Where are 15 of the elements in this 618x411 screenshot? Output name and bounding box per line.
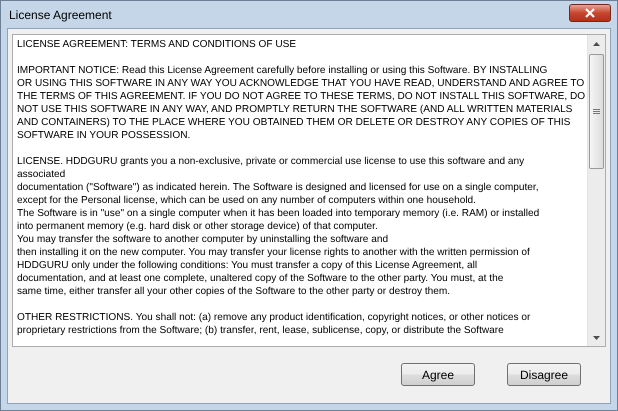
scroll-thumb[interactable]: [589, 54, 604, 169]
scrollbar[interactable]: [587, 35, 605, 346]
scroll-down-icon[interactable]: [593, 336, 600, 340]
window-title: License Agreement: [8, 8, 112, 22]
dialog-button[interactable]: Disagree: [507, 363, 581, 386]
license-paragraph: LICENSE. HDDGURU grants you a non-exclusive, private or commercial use license to use this software and any associated documentation ("Software") as indicated herein. The Software is designed and licensed for use on a single computer, except for the Personal license, which can be used on any number of computers within one household. The Software is in "use" on a single computer when it has been loaded into temporary memory (i.e. RAM) or installed into permanent memory (e.g. hard disk or other storage device) of that computer. You may transfer the software to another computer by uninstalling the software and then installing it on the new computer. You may transfer your license rights to another with the written permission of HDDGURU only under the following conditions: You must transfer a copy of this License Agreement, all documentation, and at least one complete, unaltered copy of the Software to the other party. You must, at the same time, either transfer all your other copies of the Software to the other party or destroy them.: [17, 155, 540, 298]
grip-icon: [593, 108, 600, 114]
license-text-box[interactable]: [12, 34, 606, 347]
scroll-up-icon[interactable]: [593, 42, 600, 46]
license-paragraph: LICENSE AGREEMENT: TERMS AND CONDITIONS OF USE: [17, 38, 298, 51]
close-button[interactable]: [569, 4, 611, 22]
close-icon: [584, 8, 596, 18]
dialog-button[interactable]: Agree: [401, 363, 475, 386]
license-paragraph: IMPORTANT NOTICE: Read this License Agreement carefully before installing or using this Software. BY INSTALLING OR USING THIS SOFTWARE IN ANY WAY YOU ACKNOWLEDGE THAT YOU HAVE READ, UNDERSTAND AND AGREE TO THE TERMS OF THIS AGREEMENT. IF YOU DO NOT AGREE TO THESE TERMS, DO NOT INSTALL THIS SOFTWARE, DO NOT USE THIS SOFTWARE IN ANY WAY, AND PROMPTLY RETURN THE SOFTWARE (AND ALL WRITTEN MATERIALS AND CONTAINERS) TO THE PLACE WHERE YOU OBTAINED THEM OR DELETE OR DESTROY ANY COPIES OF THIS SOFTWARE IN YOUR POSSESSION.: [17, 64, 583, 142]
license-paragraph: OTHER RESTRICTIONS. You shall not: (a) remove any product identification, copyright notices, or other notices or proprietary restrictions from the Software; (b) transfer, rent, lease, sublicense, copy, or distribute the Software: [17, 311, 532, 337]
